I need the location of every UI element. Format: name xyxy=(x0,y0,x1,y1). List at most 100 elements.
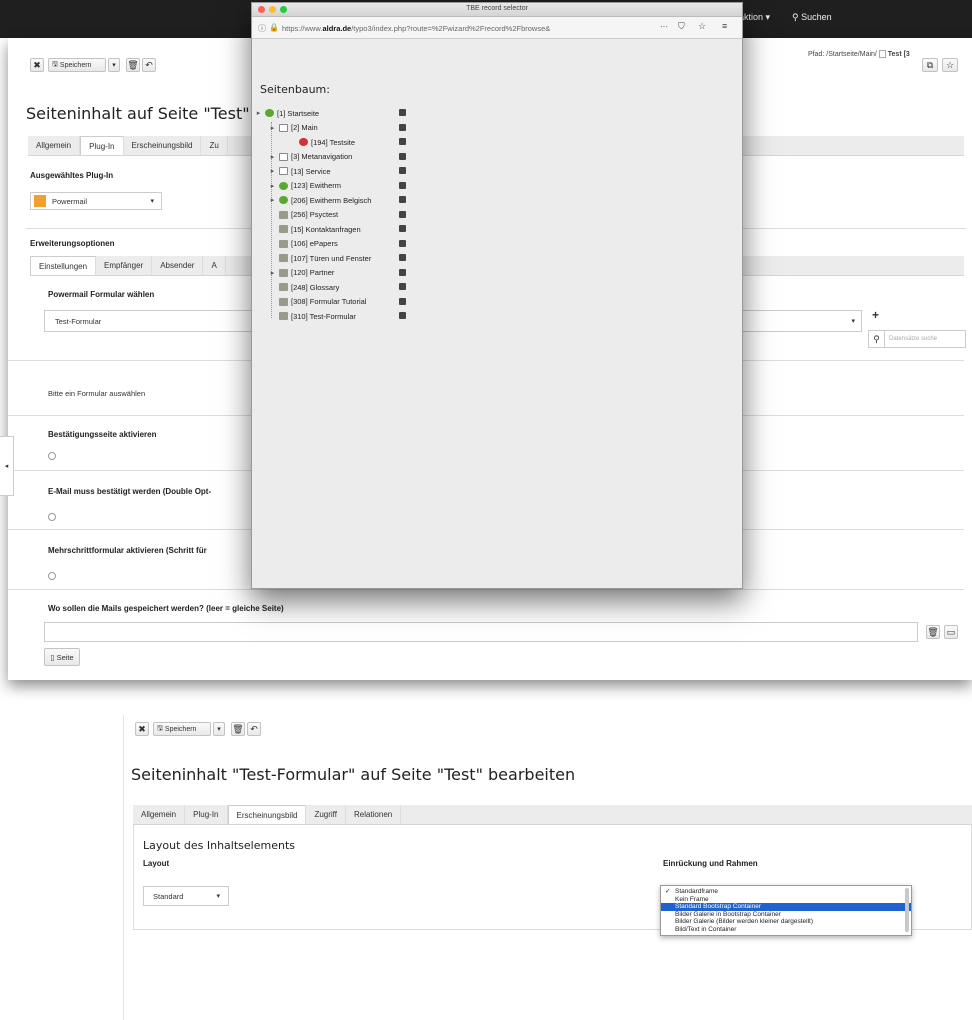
expand-icon[interactable]: ▸ xyxy=(269,269,276,277)
frame-option[interactable]: Bilder Galerie (Bilder werden kleiner da… xyxy=(661,918,911,926)
select-record-icon[interactable] xyxy=(399,283,406,290)
info-icon[interactable]: ⓘ xyxy=(258,23,266,34)
select-record-icon[interactable] xyxy=(399,312,406,319)
plugin-select[interactable]: Powermail ▾ xyxy=(30,192,162,210)
url-field[interactable]: https://www.aldra.de/typo3/index.php?rou… xyxy=(282,24,652,33)
tab-relationen[interactable]: Relationen xyxy=(346,805,402,824)
tree-node[interactable]: [107] Türen und Fenster xyxy=(279,252,371,264)
tree-node[interactable]: [308] Formular Tutorial xyxy=(279,296,366,308)
frame-option[interactable]: Bilder Galerie in Bootstrap Container xyxy=(661,911,911,919)
tab-zugriff[interactable]: Zu xyxy=(201,136,228,155)
close-button[interactable]: ✖ xyxy=(135,722,149,736)
expand-icon[interactable]: ▸ xyxy=(269,153,276,161)
open-new-window-button[interactable]: ⧉ xyxy=(922,58,938,72)
menu-icon[interactable]: ≡ xyxy=(722,21,727,31)
optin-checkbox[interactable] xyxy=(48,513,56,521)
frame-label: Einrückung und Rahmen xyxy=(663,859,758,868)
select-record-icon[interactable] xyxy=(399,152,406,160)
tree-node[interactable]: [106] ePapers xyxy=(279,238,338,250)
select-record-icon[interactable] xyxy=(399,123,406,131)
tree-node[interactable]: ▸ [2] Main xyxy=(271,122,318,134)
save-dropdown-button[interactable]: ▾ xyxy=(213,722,225,736)
search-icon[interactable]: ⚲ xyxy=(869,331,885,347)
globe-icon xyxy=(279,181,288,190)
tree-node[interactable]: [310] Test-Formular xyxy=(279,310,356,322)
star-icon[interactable]: ☆ xyxy=(698,21,706,32)
select-record-icon[interactable] xyxy=(399,254,406,261)
tab-more[interactable]: A xyxy=(203,256,226,275)
select-record-icon[interactable] xyxy=(399,138,406,145)
expand-icon[interactable]: ▸ xyxy=(255,110,262,117)
close-button[interactable]: ✖ xyxy=(30,58,44,72)
tree-node[interactable]: [194] Testsite xyxy=(299,136,355,148)
expand-icon[interactable]: ▸ xyxy=(269,182,276,190)
window-title: TBE record selector xyxy=(466,5,528,12)
select-record-icon[interactable] xyxy=(399,225,406,232)
collapse-sidebar-handle[interactable]: ◂ xyxy=(0,436,14,496)
clear-button[interactable]: 🗑 xyxy=(926,625,940,639)
select-record-icon[interactable] xyxy=(399,196,406,203)
tab-allgemein[interactable]: Allgemein xyxy=(133,805,186,824)
search-link[interactable]: ⚲ Suchen xyxy=(792,12,832,23)
select-record-icon[interactable] xyxy=(399,109,406,116)
expand-icon[interactable]: ▸ xyxy=(269,197,276,204)
tree-node[interactable]: [256] Psyctest xyxy=(279,209,338,221)
folder-icon xyxy=(279,239,288,248)
lock-icon: 🔒 xyxy=(269,23,279,32)
frame-option[interactable]: ✓ Standardframe xyxy=(661,888,911,896)
tab-erscheinungsbild[interactable]: Erscheinungsbild xyxy=(124,136,202,155)
frame-option[interactable]: Standard Bootstrap Container xyxy=(661,903,911,911)
tree-node[interactable]: ▸ [120] Partner xyxy=(271,267,335,279)
select-record-icon[interactable] xyxy=(399,210,406,218)
tree-node[interactable]: ▸ [1] Startseite xyxy=(257,107,319,119)
tree-node[interactable]: [15] Kontaktanfragen xyxy=(279,223,361,235)
record-search[interactable]: ⚲ Datensätze suche xyxy=(868,330,966,348)
undo-icon: ↶ xyxy=(250,723,258,734)
bookmark-button[interactable]: ☆ xyxy=(942,58,958,72)
delete-button[interactable]: 🗑 xyxy=(231,722,245,736)
scrollbar[interactable] xyxy=(905,888,909,932)
divider xyxy=(8,589,964,590)
expand-icon[interactable]: ▸ xyxy=(269,124,276,132)
select-record-icon[interactable] xyxy=(399,239,406,247)
browse-button[interactable]: ▭ xyxy=(944,625,958,639)
frame-option-label: Bild/Text in Container xyxy=(675,925,737,933)
tab-absender[interactable]: Absender xyxy=(152,256,204,275)
undo-button[interactable]: ↶ xyxy=(142,58,156,72)
frame-select-list[interactable]: ✓ Standardframe Kein Frame Standard Bootstr… xyxy=(660,885,912,936)
delete-button[interactable]: 🗑 xyxy=(126,58,140,72)
more-icon[interactable]: ··· xyxy=(660,22,668,31)
confirm-checkbox[interactable] xyxy=(48,452,56,460)
tab-plugin[interactable]: Plug-In xyxy=(80,136,124,155)
frame-option[interactable]: Bild/Text in Container xyxy=(661,926,911,934)
tab-allgemein[interactable]: Allgemein xyxy=(28,136,81,155)
add-icon[interactable]: + xyxy=(872,308,879,322)
storage-input[interactable] xyxy=(44,622,918,642)
layout-select[interactable]: Standard ▾ xyxy=(143,886,229,906)
tree-node[interactable]: ▸ [206] Ewitherm Belgisch xyxy=(271,194,372,206)
tree-node[interactable]: ▸ [123] Ewitherm xyxy=(271,180,341,192)
tab-einstellungen[interactable]: Einstellungen xyxy=(30,256,97,275)
expand-icon[interactable]: ▸ xyxy=(269,168,276,175)
tree-node[interactable]: ▸ [13] Service xyxy=(271,165,331,177)
select-record-icon[interactable] xyxy=(399,181,406,189)
select-record-icon[interactable] xyxy=(399,268,406,276)
tab-plugin[interactable]: Plug-In xyxy=(185,805,228,824)
save-icon: 🖫 xyxy=(157,724,163,732)
save-button[interactable]: 🖫 Speichern xyxy=(48,58,106,72)
tab-erscheinungsbild[interactable]: Erscheinungsbild xyxy=(227,805,307,824)
select-record-icon[interactable] xyxy=(399,167,406,174)
pocket-icon[interactable]: ⛉ xyxy=(678,21,685,32)
select-record-icon[interactable] xyxy=(399,297,406,305)
form-hint: Bitte ein Formular auswählen xyxy=(48,389,146,398)
tree-node[interactable]: [248] Glossary xyxy=(279,281,339,293)
tab-zugriff[interactable]: Zugriff xyxy=(306,805,346,824)
frame-option[interactable]: Kein Frame xyxy=(661,896,911,904)
tab-empfaenger[interactable]: Empfänger xyxy=(96,256,153,275)
save-button[interactable]: 🖫 Speichern xyxy=(153,722,211,736)
undo-button[interactable]: ↶ xyxy=(247,722,261,736)
page-button[interactable]: ▯ Seite xyxy=(44,648,80,666)
tree-node[interactable]: ▸ [3] Metanavigation xyxy=(271,151,353,163)
multistep-checkbox[interactable] xyxy=(48,572,56,580)
save-dropdown-button[interactable]: ▾ xyxy=(108,58,120,72)
